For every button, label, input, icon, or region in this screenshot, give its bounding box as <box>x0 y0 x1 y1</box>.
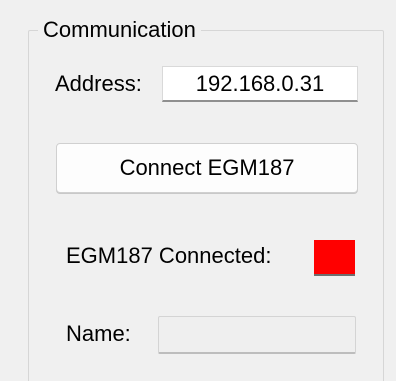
connection-status-label: EGM187 Connected: <box>66 243 272 268</box>
connection-status-indicator <box>314 240 355 276</box>
address-label: Address: <box>55 71 142 96</box>
connect-egm187-button[interactable]: Connect EGM187 <box>56 143 358 193</box>
groupbox-title: Communication <box>38 16 201 44</box>
communication-panel: Communication Address: Connect EGM187 EG… <box>0 0 396 381</box>
address-input[interactable] <box>162 66 358 102</box>
name-label: Name: <box>66 321 131 346</box>
name-field <box>158 316 356 354</box>
